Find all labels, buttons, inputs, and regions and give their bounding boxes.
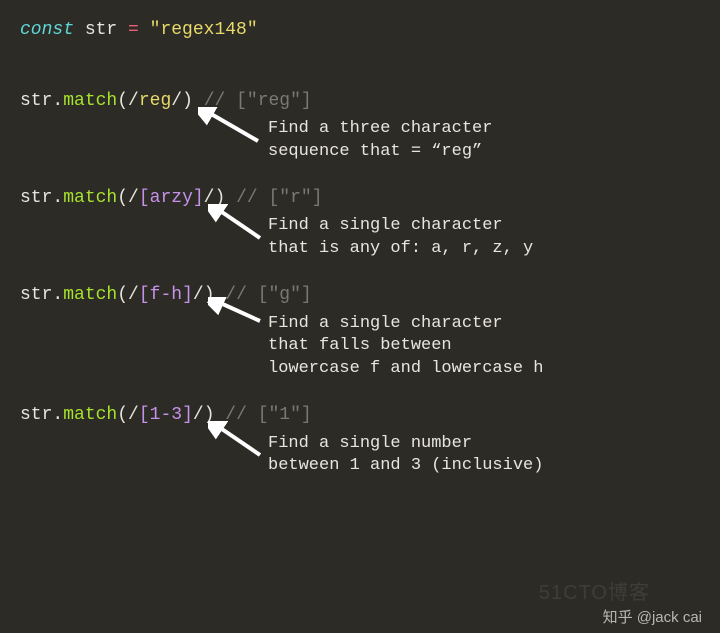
watermark: 知乎 @jack cai <box>603 606 702 627</box>
declaration-line: const str = "regex148" <box>20 18 700 43</box>
annotation-3: Find a single character that falls betwe… <box>268 313 700 382</box>
watermark-background: 51CTO博客 <box>539 576 650 605</box>
method-match: match <box>63 285 117 305</box>
method-match: match <box>63 188 117 208</box>
annotation-1: Find a three character sequence that = “… <box>268 118 700 164</box>
regex-charclass: [1-3] <box>139 405 193 425</box>
regex-literal: reg <box>139 91 171 111</box>
comment-result: // ["r"] <box>225 188 322 208</box>
code-line-4: str.match(/[1-3]/) // ["1"] <box>20 403 700 428</box>
example-block-4: str.match(/[1-3]/) // ["1"] Find a singl… <box>20 403 700 478</box>
keyword-const: const <box>20 20 74 40</box>
var-name: str <box>74 20 128 40</box>
method-match: match <box>63 405 117 425</box>
example-block-2: str.match(/[arzy]/) // ["r"] Find a sing… <box>20 186 700 261</box>
string-literal: "regex148" <box>139 20 258 40</box>
comment-result: // ["g"] <box>215 285 312 305</box>
code-line-1: str.match(/reg/) // ["reg"] <box>20 89 700 114</box>
regex-charclass: [f-h] <box>139 285 193 305</box>
regex-charclass: [arzy] <box>139 188 204 208</box>
comment-result: // ["reg"] <box>193 91 312 111</box>
annotation-2: Find a single character that is any of: … <box>268 215 700 261</box>
annotation-4: Find a single number between 1 and 3 (in… <box>268 433 700 479</box>
example-block-3: str.match(/[f-h]/) // ["g"] Find a singl… <box>20 283 700 381</box>
code-line-2: str.match(/[arzy]/) // ["r"] <box>20 186 700 211</box>
comment-result: // ["1"] <box>215 405 312 425</box>
method-match: match <box>63 91 117 111</box>
example-block-1: str.match(/reg/) // ["reg"] Find a three… <box>20 89 700 164</box>
op-equals: = <box>128 20 139 40</box>
code-line-3: str.match(/[f-h]/) // ["g"] <box>20 283 700 308</box>
